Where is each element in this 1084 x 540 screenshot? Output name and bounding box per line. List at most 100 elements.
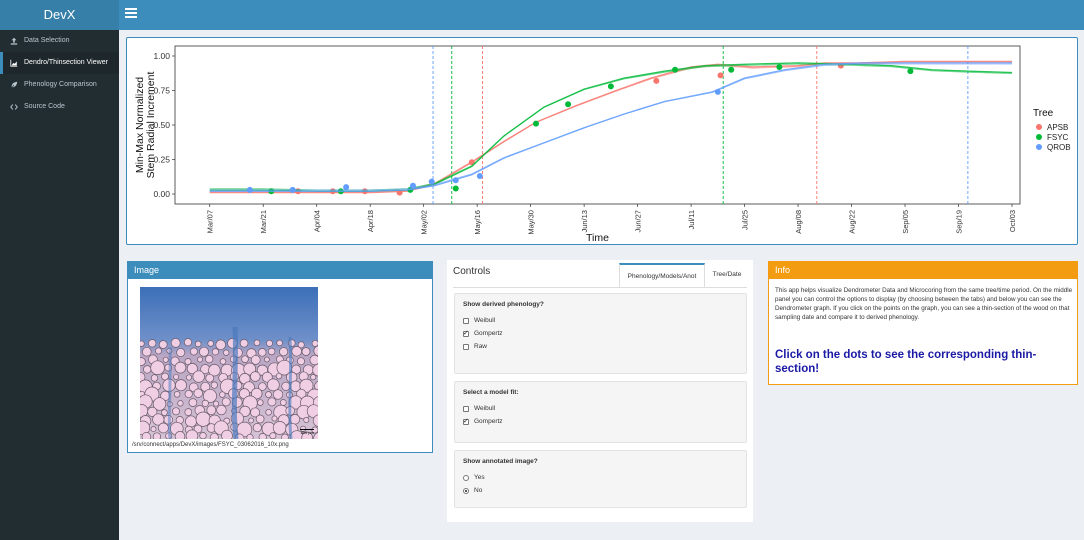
y-tick-label: 0.00: [153, 189, 170, 199]
data-point-qrob[interactable]: [289, 186, 296, 193]
wood-cell: [148, 339, 157, 348]
wood-cell: [158, 422, 169, 434]
sidebar-item-source-code[interactable]: Source Code: [0, 96, 119, 118]
data-point-qrob[interactable]: [428, 178, 435, 185]
wood-cell: [140, 340, 145, 347]
wood-cell: [205, 373, 215, 383]
wood-cell: [266, 378, 280, 392]
x-tick-label: Jun/13: [580, 210, 589, 233]
dendrometer-chart[interactable]: 0.000.250.500.751.00Mar/07 Mar/21 Apr/04 Ap…: [127, 38, 1077, 244]
data-point-qrob[interactable]: [343, 184, 350, 191]
wood-cell: [291, 346, 302, 357]
fit-gompertz-option[interactable]: Gompertz: [463, 415, 738, 428]
wood-cell: [174, 361, 187, 374]
fit-weibull-option[interactable]: Weibull: [463, 402, 738, 415]
wood-cell: [248, 417, 254, 424]
data-point-qrob[interactable]: [246, 186, 253, 193]
derived-phenology-label: Show derived phenology?: [463, 301, 544, 308]
sidebar-item-data-selection[interactable]: Data Selection: [0, 30, 119, 52]
x-tick-label: Jul/11: [687, 210, 696, 229]
x-axis-label: Time: [586, 232, 609, 244]
option-label: Gompertz: [474, 418, 503, 425]
annotated-yes-option[interactable]: Yes: [463, 471, 738, 484]
option-label: Weibull: [474, 405, 496, 412]
wood-cell: [195, 411, 211, 427]
wood-cell: [221, 397, 231, 407]
data-point-qrob[interactable]: [452, 177, 459, 184]
x-tick-label: Apr/18: [366, 210, 375, 232]
thin-section-micrograph-icon: [140, 287, 318, 439]
annotated-yes-radio[interactable]: [463, 474, 469, 481]
data-point-fsyc[interactable]: [565, 101, 572, 108]
derived-gompertz-option[interactable]: Gompertz: [463, 327, 738, 340]
wood-cell: [183, 338, 193, 347]
fit-gompertz-checkbox[interactable]: [463, 417, 469, 425]
annotated-no-radio[interactable]: [463, 487, 469, 494]
wood-cell: [142, 346, 152, 357]
data-point-qrob[interactable]: [476, 173, 483, 180]
wood-cell: [219, 358, 227, 365]
data-point-fsyc[interactable]: [607, 83, 614, 90]
plot-panel: [174, 45, 1021, 205]
wood-cell: [193, 388, 203, 398]
data-point-apsb[interactable]: [653, 77, 660, 84]
wood-cell: [150, 374, 159, 382]
code-icon: [10, 104, 18, 110]
legend-label: APSB: [1047, 123, 1068, 132]
wood-cell: [223, 349, 230, 356]
data-point-qrob[interactable]: [714, 88, 721, 95]
wood-cell: [252, 423, 262, 433]
wood-cell: [219, 391, 226, 398]
tab-tree-date[interactable]: Tree/Date: [707, 263, 747, 287]
wood-cell: [188, 398, 198, 407]
wood-cell: [265, 409, 272, 416]
wood-cell: [172, 407, 180, 416]
info-text: This app helps visualize Dendrometer Dat…: [775, 287, 1073, 321]
derived-raw-checkbox[interactable]: [463, 343, 469, 350]
derived-weibull-option[interactable]: Weibull: [463, 314, 738, 327]
wood-cell: [255, 414, 265, 424]
wood-cell: [250, 355, 261, 365]
thin-section-image: 200 µm: [140, 287, 318, 439]
wood-cell: [301, 347, 311, 356]
wood-cell: [197, 356, 203, 363]
data-point-fsyc[interactable]: [907, 68, 914, 75]
y-tick-label: 1.00: [153, 51, 170, 61]
wood-cell: [141, 432, 152, 439]
sidebar-item-phenology-comparison[interactable]: Phenology Comparison: [0, 74, 119, 96]
wood-cell: [311, 339, 318, 347]
data-point-fsyc[interactable]: [672, 66, 679, 73]
fit-weibull-checkbox[interactable]: [463, 405, 469, 412]
x-tick-label: May/02: [420, 210, 429, 235]
derived-weibull-checkbox[interactable]: [463, 317, 469, 324]
sidebar-toggle-icon[interactable]: [125, 8, 137, 22]
wood-cell: [309, 354, 318, 366]
model-fit-label: Select a model fit:: [463, 389, 519, 396]
option-label: Yes: [474, 474, 485, 481]
data-point-fsyc[interactable]: [776, 64, 783, 71]
wood-cell: [184, 389, 193, 399]
data-point-qrob[interactable]: [409, 182, 416, 189]
wood-cell: [275, 372, 283, 380]
sidebar-item-dendro-viewer[interactable]: Dendro/Thinsection Viewer: [0, 52, 119, 74]
x-tick-label: Mar/21: [259, 210, 268, 233]
data-point-fsyc[interactable]: [452, 185, 459, 192]
x-tick-label: Apr/04: [313, 210, 322, 232]
upload-icon: [10, 37, 18, 45]
annotated-no-option[interactable]: No: [463, 484, 738, 497]
tab-phenology-models-anot[interactable]: Phenology/Models/Anot: [619, 263, 705, 287]
wood-cell: [239, 339, 249, 348]
wood-cell: [184, 408, 193, 416]
data-point-fsyc[interactable]: [532, 120, 539, 127]
derived-phenology-group: Show derived phenology? Weibull Gompertz…: [454, 293, 747, 374]
wood-cell: [267, 347, 276, 356]
derived-raw-option[interactable]: Raw: [463, 340, 738, 353]
wood-cell: [162, 356, 169, 363]
app-logo[interactable]: DevX: [0, 0, 119, 30]
derived-gompertz-checkbox[interactable]: [463, 329, 469, 337]
data-point-apsb[interactable]: [717, 72, 724, 79]
wood-cell: [158, 340, 168, 349]
data-point-fsyc[interactable]: [728, 66, 735, 73]
wood-cell: [276, 339, 283, 347]
wood-cell: [150, 360, 165, 375]
